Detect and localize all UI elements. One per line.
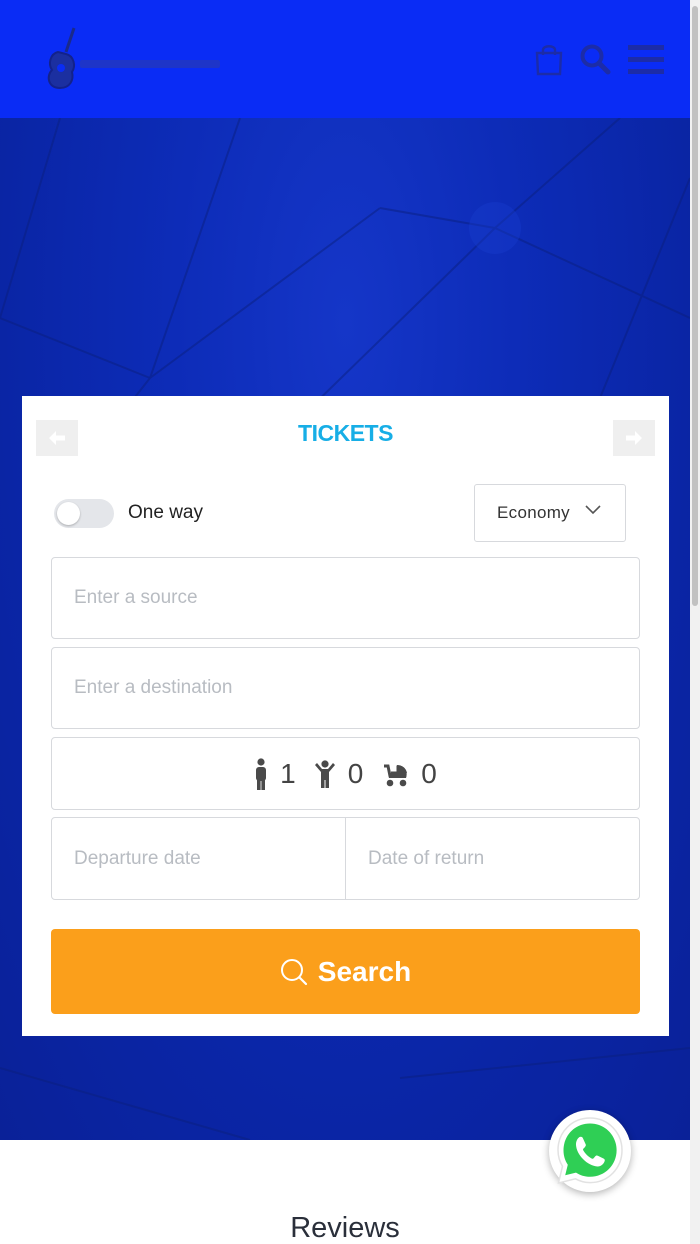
whatsapp-icon: [557, 1117, 623, 1185]
children-count: 0: [347, 757, 364, 789]
infants-counter[interactable]: 0: [381, 758, 437, 790]
guitar-logo-icon: [47, 27, 220, 90]
child-icon: [314, 759, 335, 788]
destination-field-wrapper: [51, 647, 640, 729]
adults-counter[interactable]: 1: [254, 758, 296, 790]
shopping-bag-icon[interactable]: [532, 40, 566, 78]
passengers-selector[interactable]: 1 0 0: [51, 737, 640, 810]
toggle-knob: [57, 502, 80, 525]
scrollbar-thumb[interactable]: [692, 6, 698, 606]
next-button[interactable]: [613, 420, 655, 456]
source-input[interactable]: [52, 558, 639, 638]
source-field-wrapper: [51, 557, 640, 639]
chevron-down-icon: [585, 505, 601, 515]
return-date-input[interactable]: [346, 818, 639, 899]
whatsapp-button[interactable]: [549, 1110, 631, 1192]
children-counter[interactable]: 0: [314, 757, 364, 790]
person-icon: [256, 757, 267, 790]
infants-count: 0: [421, 757, 437, 789]
ticket-search-card: TICKETS One way Economy 1: [22, 396, 669, 1036]
reviews-heading: Reviews: [290, 1212, 400, 1244]
site-header: [0, 0, 690, 118]
travel-class-select[interactable]: Economy: [474, 484, 626, 542]
arrow-right-icon: [626, 431, 642, 445]
site-logo[interactable]: [36, 26, 226, 92]
one-way-toggle[interactable]: [54, 499, 114, 528]
destination-input[interactable]: [52, 648, 639, 728]
form-title: TICKETS: [298, 420, 393, 446]
stroller-icon: [384, 764, 408, 786]
search-icon[interactable]: [577, 40, 613, 78]
search-button[interactable]: Search: [51, 929, 640, 1014]
dates-wrapper: [51, 817, 640, 900]
search-button-label: Search: [317, 955, 412, 987]
departure-date-input[interactable]: [52, 818, 345, 899]
search-icon: [280, 958, 307, 985]
travel-class-value: Economy: [497, 503, 570, 522]
one-way-label: One way: [128, 502, 203, 523]
adults-count: 1: [280, 757, 296, 789]
hamburger-menu-icon[interactable]: [627, 40, 665, 78]
